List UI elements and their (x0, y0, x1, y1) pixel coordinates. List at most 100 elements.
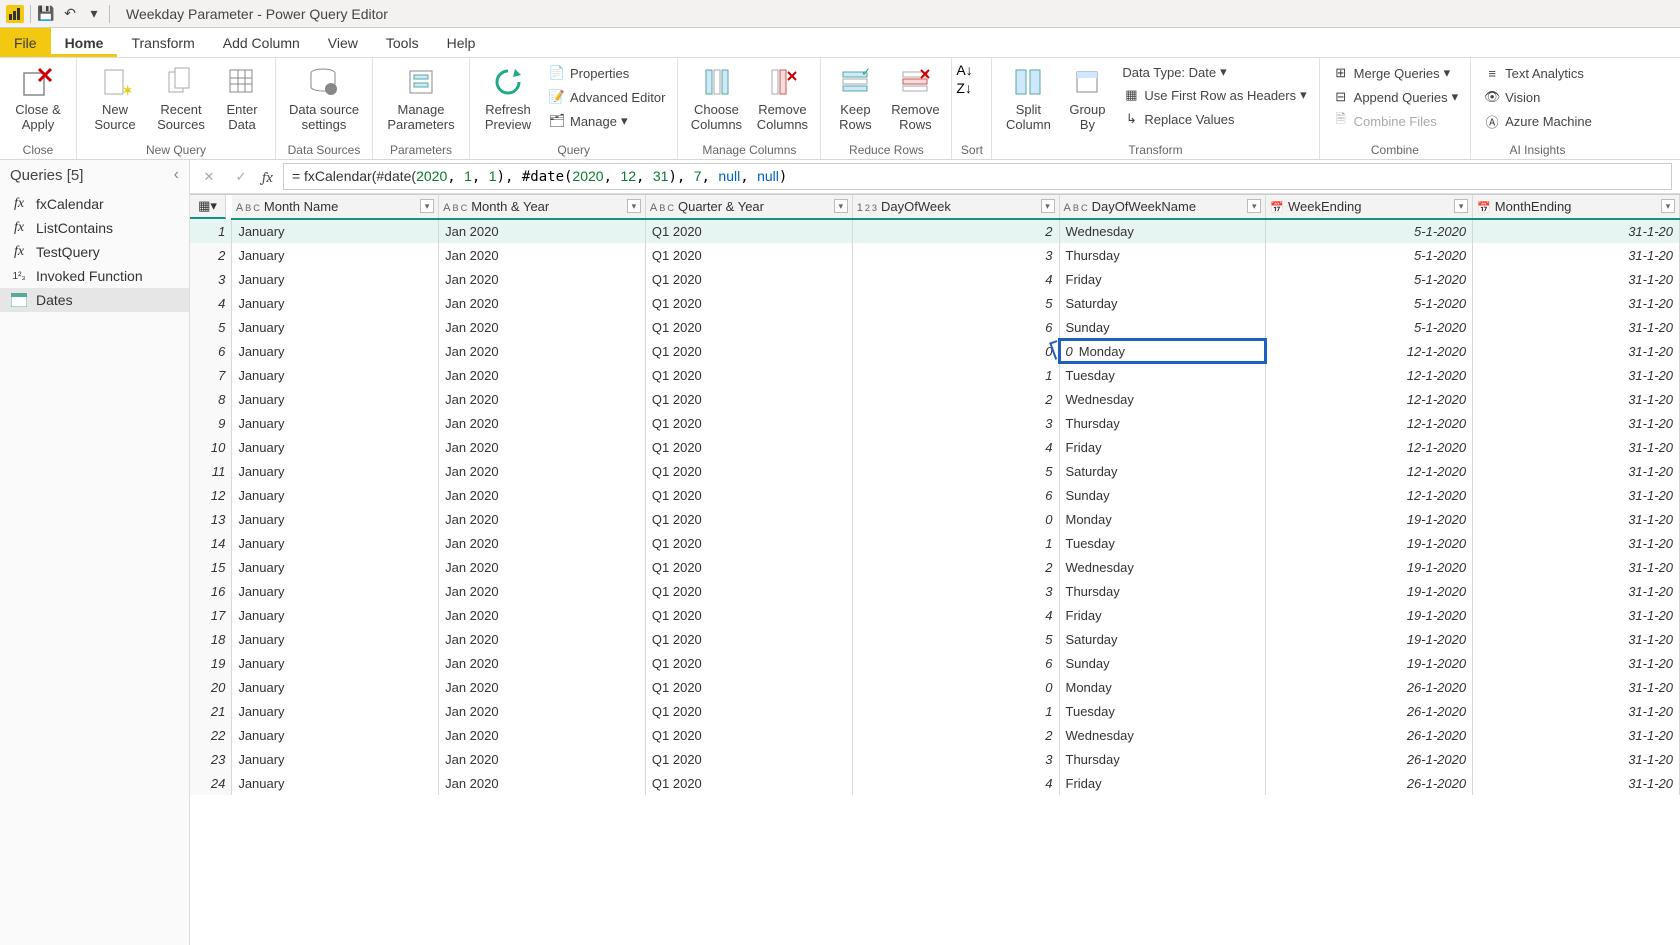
cell[interactable]: 12-1-2020 (1266, 339, 1473, 363)
table-row[interactable]: 11JanuaryJan 2020Q1 20205Saturday12-1-20… (190, 459, 1680, 483)
cell[interactable]: 19-1-2020 (1266, 627, 1473, 651)
cell[interactable]: 31-1-20 (1473, 747, 1680, 771)
cell[interactable]: 19-1-2020 (1266, 531, 1473, 555)
row-number[interactable]: 15 (190, 555, 232, 579)
cell[interactable]: January (232, 267, 439, 291)
cell[interactable]: Friday (1059, 435, 1266, 459)
cell[interactable]: 2 (852, 555, 1059, 579)
cell[interactable]: Jan 2020 (439, 555, 646, 579)
cell[interactable]: January (232, 459, 439, 483)
cell[interactable]: January (232, 555, 439, 579)
cell[interactable]: 2 (852, 387, 1059, 411)
manage-parameters-button[interactable]: Manage Parameters (381, 62, 461, 134)
query-item-testquery[interactable]: fxTestQuery (0, 240, 189, 264)
cell[interactable]: Friday (1059, 267, 1266, 291)
cell[interactable]: 4 (852, 435, 1059, 459)
column-header-month-name[interactable]: ABCMonth Name▾ (232, 195, 439, 219)
cell[interactable]: Jan 2020 (439, 531, 646, 555)
cell[interactable]: 2 (852, 723, 1059, 747)
cell[interactable]: 12-1-2020 (1266, 387, 1473, 411)
cell[interactable]: Q1 2020 (645, 291, 852, 315)
cell[interactable]: Tuesday (1059, 699, 1266, 723)
cell[interactable]: Monday (1059, 675, 1266, 699)
cell[interactable]: Saturday (1059, 459, 1266, 483)
cell[interactable]: Jan 2020 (439, 603, 646, 627)
cell[interactable]: Jan 2020 (439, 411, 646, 435)
row-number[interactable]: 19 (190, 651, 232, 675)
table-row[interactable]: 5JanuaryJan 2020Q1 20206Sunday5-1-202031… (190, 315, 1680, 339)
column-header-dayofweekname[interactable]: ABCDayOfWeekName▾ (1059, 195, 1266, 219)
cell[interactable]: January (232, 531, 439, 555)
cell[interactable]: 6 (852, 315, 1059, 339)
cell[interactable]: 31-1-20 (1473, 483, 1680, 507)
cell[interactable]: Q1 2020 (645, 723, 852, 747)
enter-data-button[interactable]: Enter Data (217, 62, 267, 134)
table-row[interactable]: 12JanuaryJan 2020Q1 20206Sunday12-1-2020… (190, 483, 1680, 507)
properties-button[interactable]: 📄Properties (544, 62, 669, 84)
cell[interactable]: Tuesday (1059, 531, 1266, 555)
close-apply-button[interactable]: Close & Apply (8, 62, 68, 134)
cell[interactable]: 31-1-20 (1473, 723, 1680, 747)
cell[interactable]: January (232, 723, 439, 747)
group-by-button[interactable]: Group By (1062, 62, 1112, 134)
data-source-settings-button[interactable]: Data source settings (284, 62, 364, 134)
row-number[interactable]: 16 (190, 579, 232, 603)
cell[interactable]: January (232, 603, 439, 627)
column-header-month-year[interactable]: ABCMonth & Year▾ (439, 195, 646, 219)
cell[interactable]: 31-1-20 (1473, 771, 1680, 795)
cell[interactable]: Sunday (1059, 651, 1266, 675)
cancel-formula-icon[interactable]: ✕ (198, 169, 220, 185)
row-number[interactable]: 11 (190, 459, 232, 483)
cell[interactable]: 12-1-2020 (1266, 363, 1473, 387)
remove-rows-button[interactable]: Remove Rows (887, 62, 943, 134)
column-header-dayofweek[interactable]: 123DayOfWeek▾ (852, 195, 1059, 219)
combine-files-button[interactable]: 🗎Combine Files (1328, 110, 1462, 132)
tab-add-column[interactable]: Add Column (209, 28, 314, 57)
cell[interactable]: Q1 2020 (645, 267, 852, 291)
append-queries-button[interactable]: ⊟Append Queries ▾ (1328, 86, 1462, 108)
table-row[interactable]: 4JanuaryJan 2020Q1 20205Saturday5-1-2020… (190, 291, 1680, 315)
redo-icon[interactable]: ▾ (85, 5, 103, 23)
cell[interactable]: Q1 2020 (645, 411, 852, 435)
cell[interactable]: Jan 2020 (439, 243, 646, 267)
table-row[interactable]: 15JanuaryJan 2020Q1 20202Wednesday19-1-2… (190, 555, 1680, 579)
table-row[interactable]: 23JanuaryJan 2020Q1 20203Thursday26-1-20… (190, 747, 1680, 771)
cell[interactable]: Q1 2020 (645, 483, 852, 507)
cell[interactable]: 12-1-2020 (1266, 411, 1473, 435)
table-row[interactable]: 8JanuaryJan 2020Q1 20202Wednesday12-1-20… (190, 387, 1680, 411)
cell[interactable]: January (232, 291, 439, 315)
row-number[interactable]: 4 (190, 291, 232, 315)
cell[interactable]: 31-1-20 (1473, 555, 1680, 579)
tab-home[interactable]: Home (51, 28, 118, 57)
row-number[interactable]: 24 (190, 771, 232, 795)
cell[interactable]: Tuesday (1059, 363, 1266, 387)
first-row-headers-button[interactable]: ▦Use First Row as Headers ▾ (1118, 84, 1310, 106)
cell[interactable]: 0 (852, 675, 1059, 699)
cell[interactable]: 31-1-20 (1473, 507, 1680, 531)
cell[interactable]: January (232, 771, 439, 795)
replace-values-button[interactable]: ↳Replace Values (1118, 108, 1310, 130)
cell[interactable]: 6 (852, 483, 1059, 507)
table-row[interactable]: 10JanuaryJan 2020Q1 20204Friday12-1-2020… (190, 435, 1680, 459)
keep-rows-button[interactable]: ✓ Keep Rows (829, 62, 881, 134)
filter-dropdown-icon[interactable]: ▾ (1454, 199, 1468, 213)
save-icon[interactable]: 💾 (37, 5, 55, 23)
filter-dropdown-icon[interactable]: ▾ (627, 199, 641, 213)
cell[interactable]: Jan 2020 (439, 627, 646, 651)
cell[interactable]: 31-1-20 (1473, 603, 1680, 627)
cell[interactable]: Thursday (1059, 411, 1266, 435)
cell[interactable]: 5-1-2020 (1266, 291, 1473, 315)
column-header-quarter-year[interactable]: ABCQuarter & Year▾ (645, 195, 852, 219)
cell[interactable]: Q1 2020 (645, 531, 852, 555)
cell[interactable]: 5-1-2020 (1266, 243, 1473, 267)
column-header-monthending[interactable]: 📅MonthEnding▾ (1473, 195, 1680, 219)
cell[interactable]: 31-1-20 (1473, 243, 1680, 267)
cell[interactable]: January (232, 651, 439, 675)
filter-dropdown-icon[interactable]: ▾ (420, 199, 434, 213)
table-row[interactable]: 24JanuaryJan 2020Q1 20204Friday26-1-2020… (190, 771, 1680, 795)
cell[interactable]: Saturday (1059, 291, 1266, 315)
table-row[interactable]: 2JanuaryJan 2020Q1 20203Thursday5-1-2020… (190, 243, 1680, 267)
cell[interactable]: 26-1-2020 (1266, 771, 1473, 795)
azure-ml-button[interactable]: ⒶAzure Machine (1479, 110, 1596, 132)
cell[interactable]: Q1 2020 (645, 315, 852, 339)
